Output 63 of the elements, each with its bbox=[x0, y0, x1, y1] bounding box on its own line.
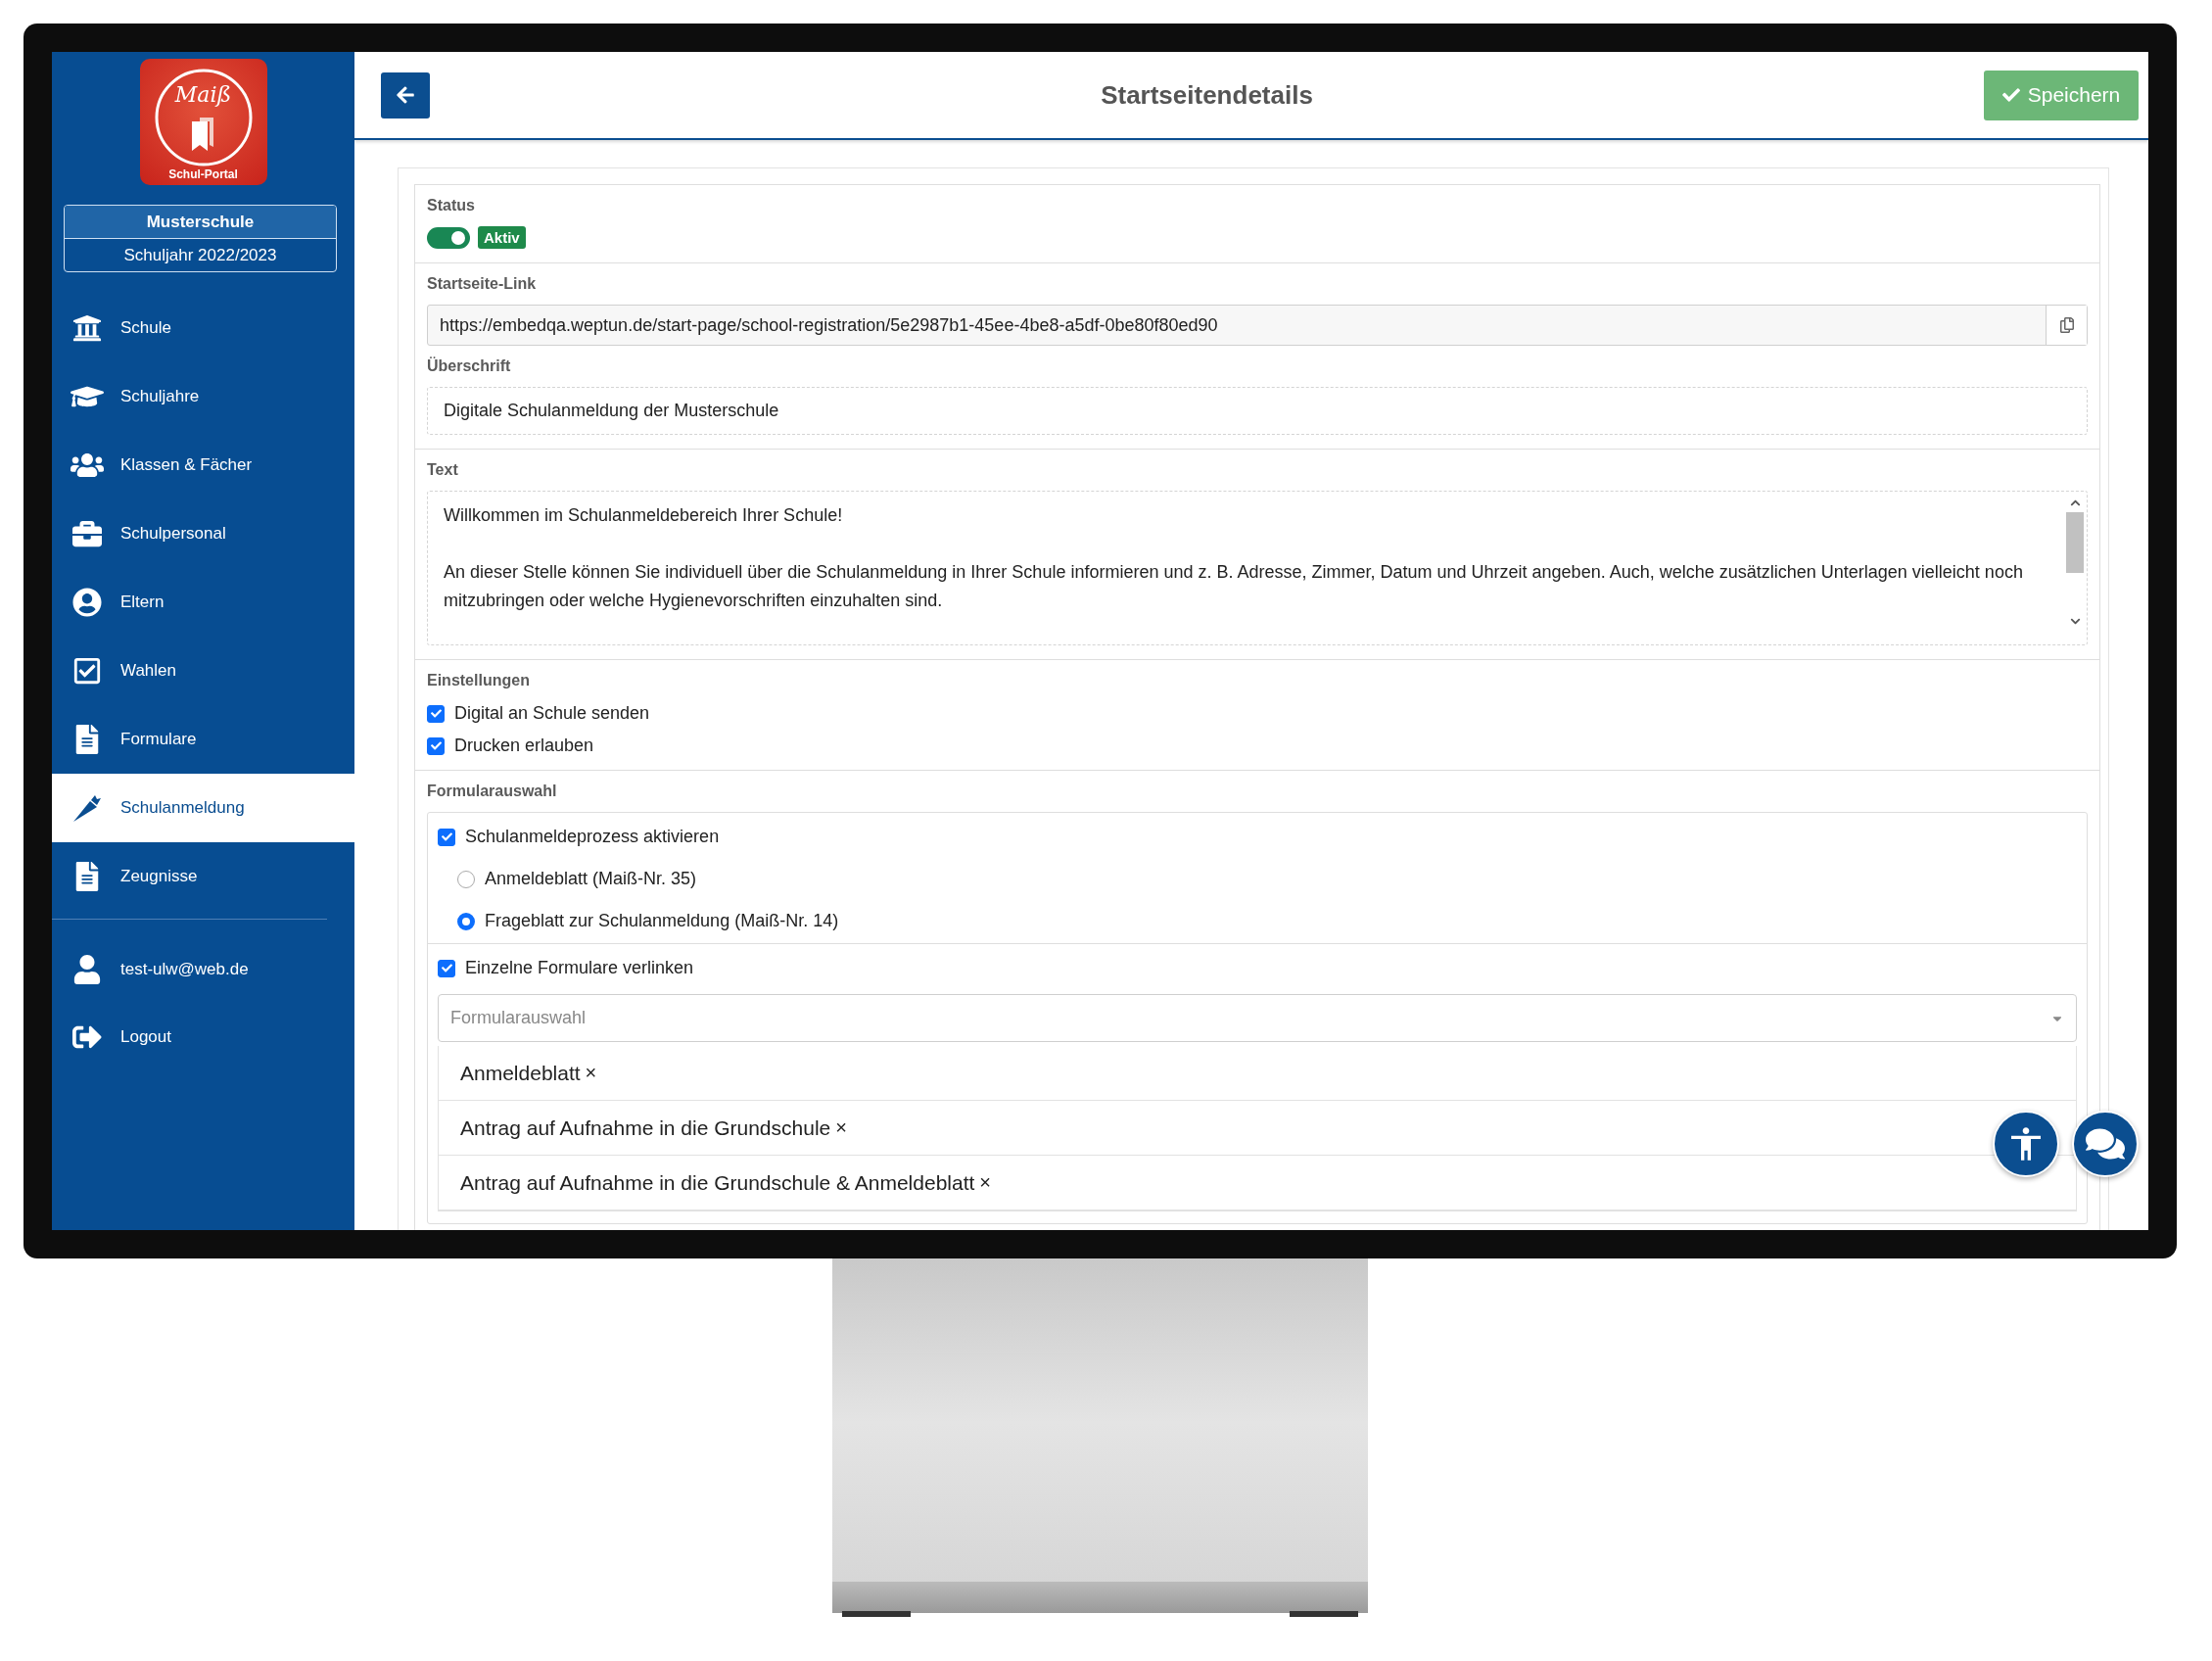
school-name: Musterschule bbox=[65, 206, 336, 239]
nav-item[interactable]: Wahlen bbox=[52, 637, 354, 705]
scroll-down-icon[interactable] bbox=[2069, 616, 2081, 627]
radio-label: Anmeldeblatt (Maiß-Nr. 35) bbox=[485, 869, 697, 889]
copy-button[interactable] bbox=[2046, 306, 2087, 345]
status-switch[interactable] bbox=[427, 226, 470, 249]
nav-item[interactable]: Schulpersonal bbox=[52, 499, 354, 568]
remove-button[interactable]: × bbox=[835, 1116, 847, 1139]
logo: Maiß Schul-Portal bbox=[139, 59, 267, 185]
nav-item[interactable]: Klassen & Fächer bbox=[52, 431, 354, 499]
nav-item[interactable]: Schule bbox=[52, 294, 354, 362]
status-badge: Aktiv bbox=[478, 226, 526, 249]
nav-item[interactable]: Zeugnisse bbox=[52, 842, 354, 911]
heading-field[interactable]: Digitale Schulanmeldung der Musterschule bbox=[427, 387, 2088, 435]
check-icon bbox=[441, 963, 452, 973]
check-icon bbox=[430, 708, 442, 719]
link-field[interactable]: https://embedqa.weptun.de/start-page/school-registration/5e2987b1-45ee-4be8-a5df-0be80f80ed90 bbox=[427, 305, 2088, 346]
field-label: Formularauswahl bbox=[427, 783, 558, 800]
form-name: Anmeldeblatt bbox=[460, 1061, 581, 1085]
radio-label: Frageblatt zur Schulanmeldung (Maiß-Nr. 14) bbox=[485, 911, 839, 931]
copy-icon bbox=[2058, 317, 2075, 333]
check-icon bbox=[441, 831, 452, 842]
checkbox[interactable] bbox=[438, 828, 455, 846]
nav-item[interactable]: Schulanmeldung bbox=[52, 774, 354, 842]
cone-icon bbox=[71, 793, 104, 823]
scroll-up-icon[interactable] bbox=[2069, 498, 2081, 508]
checkbox-label: Einzelne Formulare verlinken bbox=[465, 958, 694, 978]
checkbox-label: Schulanmeldeprozess aktivieren bbox=[465, 827, 720, 847]
remove-button[interactable]: × bbox=[585, 1062, 597, 1084]
scrollbar-thumb[interactable] bbox=[2066, 512, 2084, 573]
nav-item[interactable]: Eltern bbox=[52, 568, 354, 637]
back-button[interactable] bbox=[381, 71, 430, 119]
field-label: Status bbox=[427, 197, 476, 214]
checkbox[interactable] bbox=[427, 704, 445, 723]
page-title: Startseitendetails bbox=[1100, 79, 1314, 111]
checkbox[interactable] bbox=[438, 959, 455, 977]
arrow-left-icon bbox=[396, 85, 415, 105]
text-area[interactable]: Willkommen im Schulanmeldebereich Ihrer Schule! An dieser Stelle können Sie individuell über die Schulanmeldung in Ihrer Schule informieren und z. B. Adresse, Zimmer, Datum und Uhrzeit angeben. Auch, welche zusätzlichen Unterlagen vielleicht noch mitzubringen oder welche Hygienevorschriften einzuhalten sind. bbox=[427, 491, 2088, 645]
field-label: Startseite-Link bbox=[427, 275, 538, 293]
check-icon bbox=[2001, 86, 2020, 104]
form-name: Antrag auf Aufnahme in die Grundschule & Anmeldeblatt bbox=[460, 1170, 975, 1195]
checkbox-label: Digital an Schule senden bbox=[454, 703, 650, 724]
form-select[interactable]: Formularauswahl bbox=[438, 994, 2077, 1042]
field-label: Einstellungen bbox=[427, 672, 531, 689]
field-label: Text bbox=[427, 461, 459, 479]
checkbox[interactable] bbox=[427, 736, 445, 755]
account-link[interactable]: test-ulw@web.de bbox=[52, 935, 354, 1003]
school-year: Schuljahr 2022/2023 bbox=[122, 245, 278, 266]
radio-button[interactable] bbox=[457, 870, 475, 888]
chat-button[interactable] bbox=[2072, 1111, 2139, 1177]
check-icon bbox=[430, 740, 442, 751]
accessibility-button[interactable] bbox=[1993, 1111, 2059, 1177]
form-name: Antrag auf Aufnahme in die Grundschule bbox=[460, 1115, 831, 1140]
checkbox-label: Drucken erlauben bbox=[454, 736, 594, 756]
radio-button[interactable] bbox=[457, 912, 475, 930]
nav-item[interactable]: Schuljahre bbox=[52, 362, 354, 431]
field-label: Überschrift bbox=[427, 357, 512, 375]
people-icon bbox=[71, 451, 104, 480]
bank-icon bbox=[71, 313, 104, 343]
remove-button[interactable]: × bbox=[979, 1171, 992, 1194]
briefcase-icon bbox=[71, 519, 104, 548]
nav-item[interactable]: Formulare bbox=[52, 705, 354, 774]
logout-link[interactable]: Logout bbox=[52, 1003, 354, 1070]
